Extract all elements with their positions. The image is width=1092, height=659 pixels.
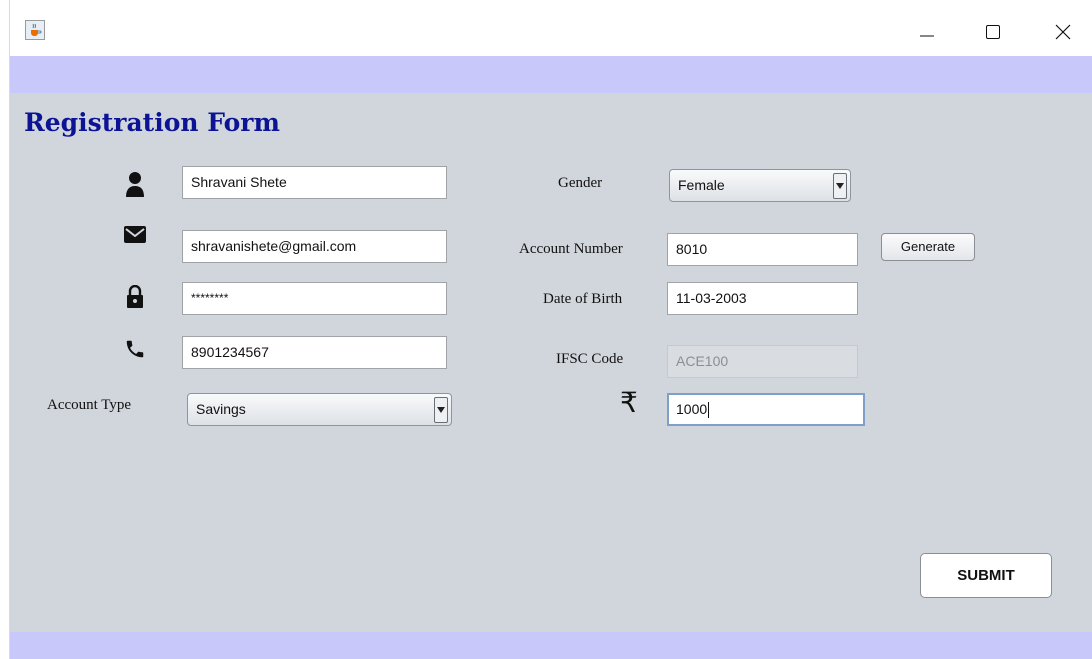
bottom-band xyxy=(10,632,1092,659)
account-type-label: Account Type xyxy=(47,397,132,413)
close-icon xyxy=(1055,24,1071,40)
registration-window: Registration Form Shravani Shete shravan… xyxy=(0,0,1092,659)
gender-label: Gender xyxy=(558,175,603,191)
gender-dropdown-arrow[interactable] xyxy=(833,173,847,199)
minimize-icon xyxy=(920,35,934,37)
gender-value: Female xyxy=(678,177,725,193)
ifsc-field: ACE100 xyxy=(667,345,858,378)
form-panel xyxy=(10,93,1092,632)
gender-select[interactable]: Female xyxy=(669,169,851,202)
ifsc-label: IFSC Code xyxy=(556,351,624,367)
close-button[interactable] xyxy=(1043,14,1083,48)
account-number-label: Account Number xyxy=(519,241,623,257)
phone-field[interactable]: 8901234567 xyxy=(182,336,447,369)
name-field[interactable]: Shravani Shete xyxy=(182,166,447,199)
amount-field[interactable]: 1000 xyxy=(667,393,865,426)
envelope-icon xyxy=(124,226,146,243)
top-band xyxy=(10,56,1092,93)
amount-value: 1000 xyxy=(676,401,708,417)
phone-icon xyxy=(126,340,144,358)
minimize-button[interactable] xyxy=(907,14,947,48)
email-field[interactable]: shravanishete@gmail.com xyxy=(182,230,447,263)
window-left-edge xyxy=(0,0,10,659)
account-number-field[interactable]: 8010 xyxy=(667,233,858,266)
page-title: Registration Form xyxy=(24,108,280,137)
rupee-icon: ₹ xyxy=(620,386,638,419)
chevron-down-icon xyxy=(836,183,844,189)
password-field[interactable]: ******** xyxy=(182,282,447,315)
account-type-value: Savings xyxy=(196,401,246,417)
title-bar[interactable] xyxy=(10,0,1092,56)
text-caret xyxy=(708,402,710,419)
dob-label: Date of Birth xyxy=(543,291,623,307)
generate-button[interactable]: Generate xyxy=(881,233,975,261)
account-type-dropdown-arrow[interactable] xyxy=(434,397,448,423)
account-type-select[interactable]: Savings xyxy=(187,393,452,426)
dob-field[interactable]: 11-03-2003 xyxy=(667,282,858,315)
maximize-button[interactable] xyxy=(973,14,1013,48)
submit-button[interactable]: SUBMIT xyxy=(920,553,1052,598)
java-cup-icon xyxy=(25,20,45,40)
maximize-icon xyxy=(986,25,1000,39)
chevron-down-icon xyxy=(437,407,445,413)
user-icon xyxy=(126,172,144,197)
lock-icon xyxy=(127,285,143,308)
